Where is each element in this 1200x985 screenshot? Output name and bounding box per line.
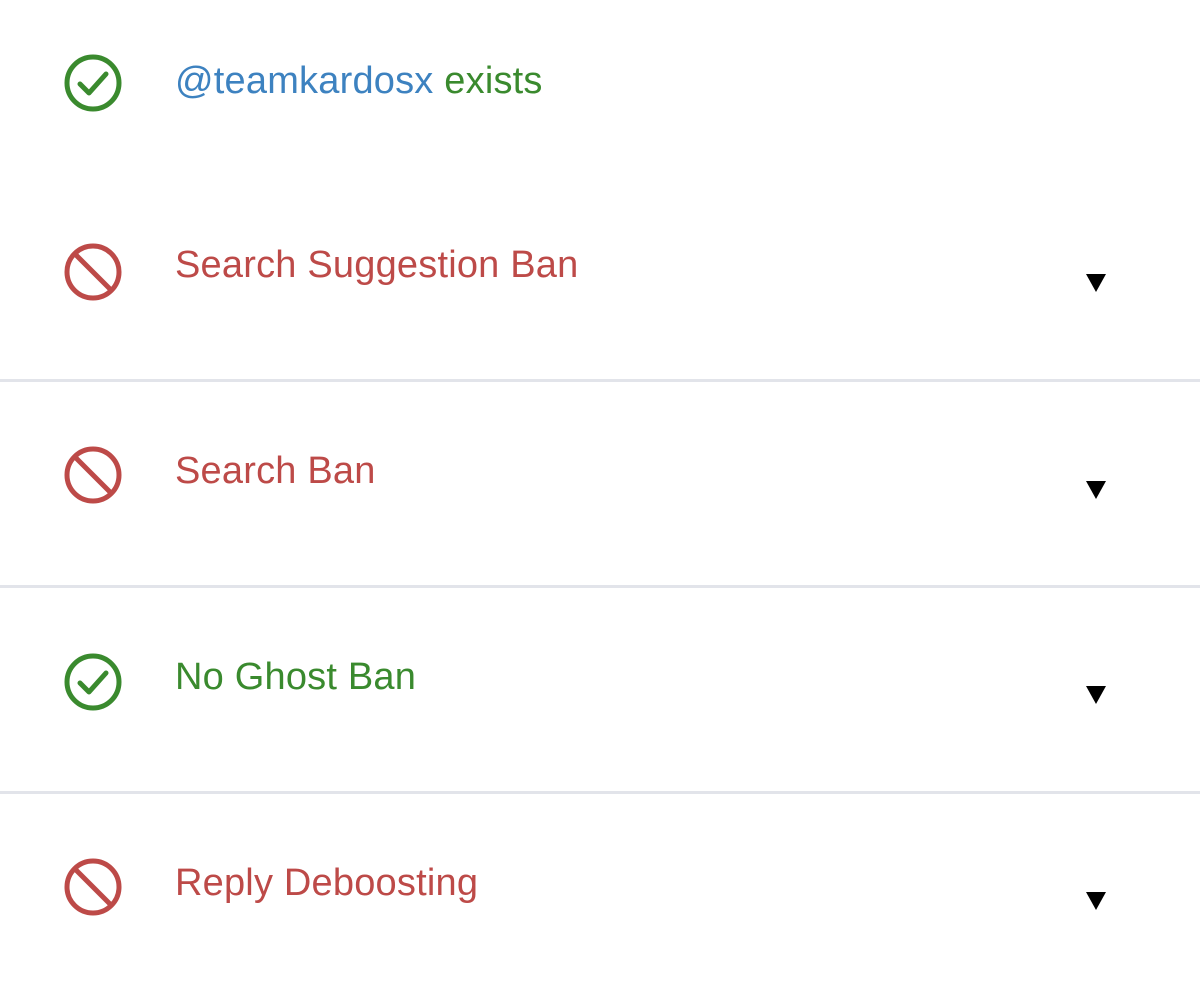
check-label: Reply Deboosting bbox=[175, 862, 479, 904]
prohibited-icon bbox=[64, 243, 122, 301]
check-row-reply-deboosting[interactable]: Reply Deboosting bbox=[0, 794, 1200, 985]
check-circle-icon bbox=[64, 653, 122, 711]
account-exists-row: @teamkardosx exists bbox=[0, 0, 1200, 170]
exists-text: exists bbox=[444, 60, 543, 102]
prohibited-icon bbox=[64, 446, 122, 504]
check-row-search-suggestion-ban[interactable]: Search Suggestion Ban bbox=[0, 170, 1200, 380]
check-label: Search Suggestion Ban bbox=[175, 244, 579, 286]
caret-down-icon[interactable] bbox=[1086, 686, 1106, 704]
account-handle[interactable]: @teamkardosx bbox=[175, 60, 434, 102]
caret-down-icon[interactable] bbox=[1086, 892, 1106, 910]
account-status-text: @teamkardosx exists bbox=[175, 58, 543, 104]
check-label: No Ghost Ban bbox=[175, 656, 417, 698]
caret-down-icon[interactable] bbox=[1086, 274, 1106, 292]
check-circle-icon bbox=[64, 54, 122, 112]
check-label: Search Ban bbox=[175, 450, 376, 492]
check-row-search-ban[interactable]: Search Ban bbox=[0, 382, 1200, 586]
caret-down-icon[interactable] bbox=[1086, 481, 1106, 499]
prohibited-icon bbox=[64, 858, 122, 916]
check-row-no-ghost-ban[interactable]: No Ghost Ban bbox=[0, 588, 1200, 791]
